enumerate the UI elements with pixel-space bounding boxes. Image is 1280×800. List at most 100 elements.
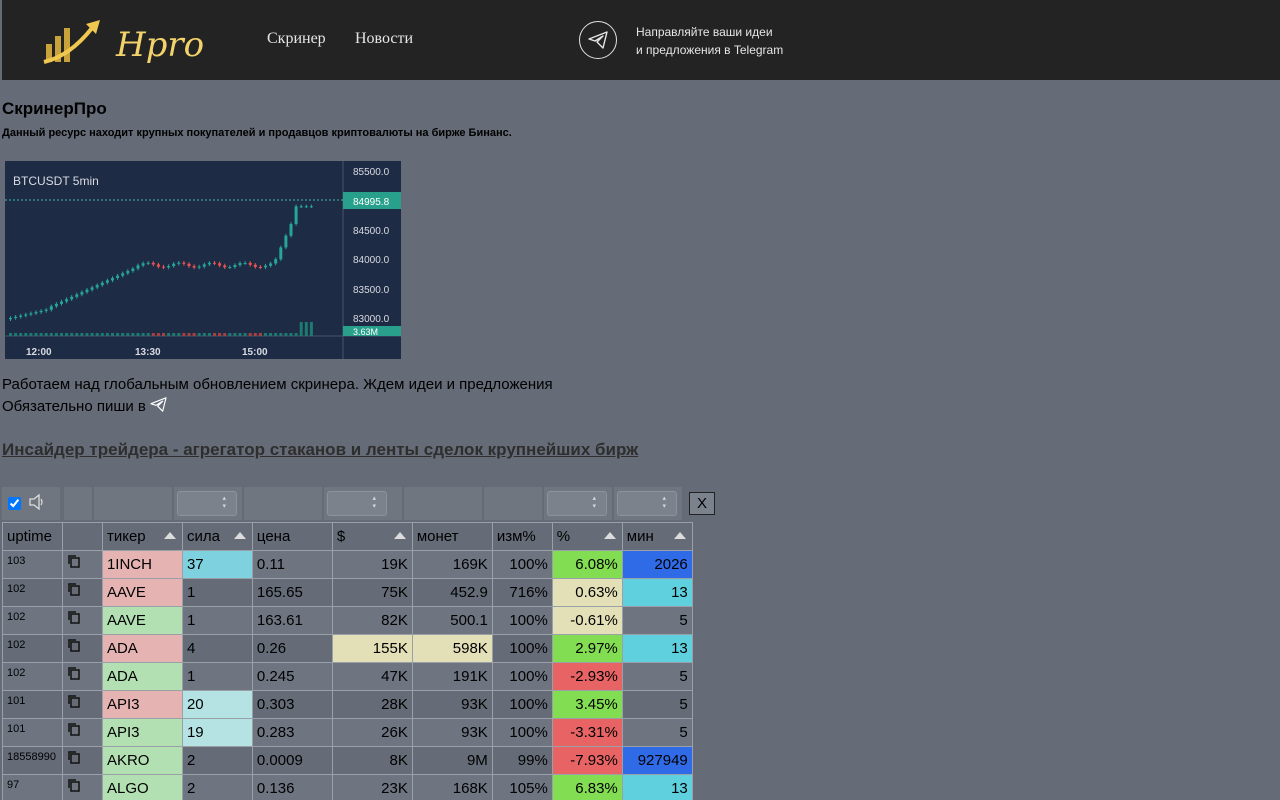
col-change[interactable]: изм% — [491, 522, 553, 551]
coins-cell: 93K — [411, 690, 493, 719]
table-row[interactable]: 101 API3 20 0.303 28K 93K 100% 3.45% 5 — [2, 690, 1280, 719]
table-row[interactable]: 102 AAVE 1 165.65 75K 452.9 716% 0.63% 13 — [2, 578, 1280, 607]
price-cell: 0.11 — [251, 550, 333, 579]
volume-bar — [177, 333, 181, 336]
coins-cell: 93K — [411, 718, 493, 747]
candle — [223, 265, 227, 268]
telegram-icon[interactable] — [150, 397, 167, 412]
ticker-cell[interactable]: API3 — [101, 718, 183, 747]
volume-bar — [19, 333, 23, 336]
copy-icon[interactable] — [67, 554, 81, 568]
candle — [105, 280, 109, 283]
nav-news[interactable]: Новости — [355, 30, 413, 48]
ticker-cell[interactable]: API3 — [101, 690, 183, 719]
copy-icon[interactable] — [67, 666, 81, 680]
volume-bar — [34, 333, 38, 336]
table-row[interactable]: 102 AAVE 1 163.61 82K 500.1 100% -0.61% 5 — [2, 606, 1280, 635]
table-row[interactable]: 97 ALGO 2 0.136 23K 168K 105% 6.83% 13 — [2, 774, 1280, 800]
copy-icon[interactable] — [67, 778, 81, 792]
ticker-cell[interactable]: ADA — [101, 662, 183, 691]
ticker-cell[interactable]: AAVE — [101, 578, 183, 607]
min-select[interactable] — [617, 491, 677, 516]
table-row[interactable]: 103 1INCH 37 0.11 19K 169K 100% 6.08% 2026 — [2, 550, 1280, 579]
pct-cell: 6.83% — [551, 774, 623, 800]
copy-cell — [61, 634, 103, 663]
table-row[interactable]: 102 ADA 1 0.245 47K 191K 100% -2.93% 5 — [2, 662, 1280, 691]
table-row[interactable]: 102 ADA 4 0.26 155K 598K 100% 2.97% 13 — [2, 634, 1280, 663]
volume-bar — [54, 333, 58, 336]
clear-filters-button[interactable]: X — [689, 492, 715, 515]
ticker-cell[interactable]: ALGO — [101, 774, 183, 800]
candle — [233, 265, 237, 268]
candle — [14, 316, 18, 318]
col-coins[interactable]: монет — [411, 522, 493, 551]
copy-icon[interactable] — [67, 750, 81, 764]
ticker-cell[interactable]: ADA — [101, 634, 183, 663]
power-cell: 19 — [181, 718, 253, 747]
ticker-cell[interactable]: AAVE — [101, 606, 183, 635]
filter-cell-power — [174, 487, 242, 520]
ticker-filter[interactable] — [94, 487, 172, 520]
coins-cell: 500.1 — [411, 606, 493, 635]
price-chart[interactable]: 85500.0 84500.0 84000.0 83500.0 83000.0 12:0… — [5, 161, 401, 359]
power-select[interactable] — [177, 491, 237, 516]
sound-checkbox[interactable] — [8, 497, 21, 510]
col-power[interactable]: сила — [181, 522, 253, 551]
usd-select[interactable] — [327, 491, 387, 516]
y-tick-label: 84500.0 — [353, 226, 390, 237]
col-price[interactable]: цена — [251, 522, 333, 551]
hpro-logo[interactable]: Hpro — [40, 14, 220, 70]
coins-filter[interactable] — [404, 487, 482, 520]
copy-icon[interactable] — [67, 582, 81, 596]
pct-cell: -3.31% — [551, 718, 623, 747]
col-usd[interactable]: $ — [331, 522, 413, 551]
price-filter[interactable] — [244, 487, 322, 520]
candle — [146, 262, 150, 264]
candle — [60, 301, 63, 304]
col-ticker[interactable]: тикер — [101, 522, 183, 551]
col-uptime[interactable]: uptime — [2, 522, 63, 551]
change-cell: 100% — [491, 718, 553, 747]
candle — [95, 285, 99, 288]
coins-cell: 169K — [411, 550, 493, 579]
telegram-text[interactable]: Направляйте ваши идеи и предложения в Te… — [636, 23, 783, 59]
table-row[interactable]: 18558990 AKRO 2 0.0009 8K 9M 99% -7.93% 927949 — [2, 746, 1280, 775]
telegram-button[interactable] — [579, 21, 617, 59]
candle — [309, 206, 313, 208]
col-min[interactable]: мин — [621, 522, 693, 551]
page-title: СкринерПро — [2, 99, 107, 118]
candle — [126, 270, 130, 274]
pct-cell: 2.97% — [551, 634, 623, 663]
min-cell: 5 — [621, 718, 693, 747]
change-cell: 100% — [491, 634, 553, 663]
nav-screener[interactable]: Скринер — [267, 30, 326, 48]
usd-cell: 155K — [331, 634, 413, 663]
candle — [182, 262, 186, 264]
change-cell: 100% — [491, 550, 553, 579]
change-filter[interactable] — [484, 487, 542, 520]
table-header-row: uptime тикер сила цена $ монет изм% % ми… — [2, 522, 1280, 551]
insider-link[interactable]: Инсайдер трейдера - агрегатор стаканов и… — [2, 440, 638, 460]
col-pct[interactable]: % — [551, 522, 623, 551]
table-row[interactable]: 101 API3 19 0.283 26K 93K 100% -3.31% 5 — [2, 718, 1280, 747]
copy-icon[interactable] — [67, 610, 81, 624]
volume-bar — [131, 333, 135, 336]
ticker-cell[interactable]: AKRO — [101, 746, 183, 775]
copy-icon[interactable] — [67, 722, 81, 736]
copy-icon[interactable] — [67, 694, 81, 708]
min-cell: 5 — [621, 690, 693, 719]
sort-up-icon — [233, 532, 246, 539]
last-price-label: 84995.8 — [353, 197, 390, 208]
volume-bar — [243, 333, 247, 336]
candle — [269, 263, 273, 266]
ticker-cell[interactable]: 1INCH — [101, 550, 183, 579]
copy-icon[interactable] — [67, 638, 81, 652]
candle — [299, 206, 303, 208]
uptime-cell: 102 — [2, 578, 63, 607]
x-tick-label: 15:00 — [242, 347, 268, 358]
candle — [294, 206, 298, 224]
volume-bar — [136, 333, 140, 336]
speaker-icon[interactable] — [28, 494, 46, 510]
pct-select[interactable] — [547, 491, 607, 516]
volume-bar — [105, 333, 109, 336]
